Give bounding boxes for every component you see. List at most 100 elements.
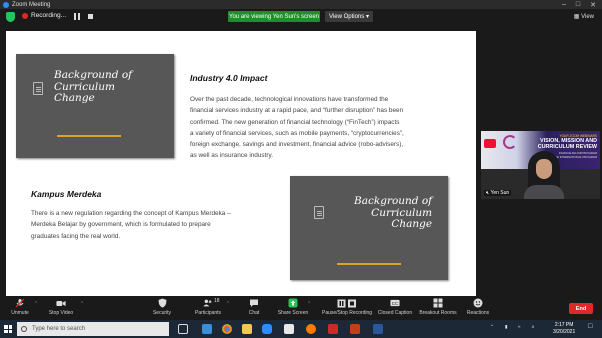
- closed-caption-button[interactable]: CC Closed Caption: [373, 298, 417, 316]
- meeting-topbar: Recording... You are viewing Yen Sun's s…: [0, 9, 602, 25]
- paragraph-line: as well as insurance industry.: [190, 152, 273, 160]
- paragraph-line: Merdeka Belajar by government, which is …: [31, 221, 211, 229]
- store-app-icon[interactable]: [284, 324, 294, 334]
- card-title-line: Background of: [54, 69, 133, 81]
- adobe-reader-icon[interactable]: [328, 324, 338, 334]
- card-underline: [57, 135, 121, 137]
- paragraph-line: There is a new regulation regarding the …: [31, 210, 231, 217]
- zoom-logo-icon: [3, 1, 9, 8]
- card-title-line: Change: [54, 92, 95, 104]
- wifi-icon[interactable]: ≈: [518, 324, 520, 329]
- window-title: Zoom Meeting: [12, 1, 51, 8]
- paragraph-line: graduates facing the real world.: [31, 232, 121, 240]
- clock-time: 2:17 PM: [554, 322, 574, 328]
- word-app-icon[interactable]: [373, 324, 383, 334]
- pause-stop-icon: [336, 298, 358, 308]
- closed-caption-label: Closed Caption: [377, 310, 413, 316]
- card-underline: [337, 263, 401, 265]
- people-icon: [203, 298, 213, 308]
- section-heading-kampus: Kampus Merdeka: [31, 189, 102, 199]
- breakout-rooms-icon: [433, 298, 443, 308]
- reactions-label: Reactions: [466, 310, 490, 316]
- slide-card-2: Background of Curriculum Change: [290, 176, 448, 280]
- close-icon[interactable]: ✕: [590, 1, 596, 9]
- chat-bubble-icon: [249, 298, 259, 308]
- end-meeting-button[interactable]: End: [569, 303, 593, 314]
- svg-text:CC: CC: [392, 301, 399, 306]
- tray-chevron-up-icon[interactable]: ⌃: [490, 324, 494, 330]
- clock-date: 3/20/2021: [553, 329, 576, 335]
- task-view-icon[interactable]: [178, 324, 188, 334]
- paragraph-line: foreign exchange, savings and investment…: [190, 141, 404, 149]
- view-options-label: View Options: [329, 13, 365, 20]
- banner-title-line: CURRICULUM REVIEW: [537, 144, 597, 150]
- edge-browser-icon[interactable]: [202, 324, 212, 334]
- document-icon: [33, 82, 43, 95]
- volume-icon[interactable]: ♬: [531, 324, 536, 329]
- recording-indicator: Recording...: [22, 12, 66, 19]
- paragraph-line: a variety of financial services, such as…: [190, 129, 404, 137]
- participants-label: Participants: [194, 310, 222, 316]
- card-title-line: Change: [391, 218, 433, 230]
- slide-card-1: Background of Curriculum Change: [16, 54, 174, 158]
- file-explorer-icon[interactable]: [242, 324, 252, 334]
- document-icon: [314, 206, 324, 219]
- view-options-button[interactable]: View Options ▾: [325, 11, 373, 22]
- stop-video-button[interactable]: Stop Video: [39, 298, 83, 316]
- banner-title: VISION, MISSION AND CURRICULUM REVIEW: [538, 138, 597, 150]
- viewing-screen-badge: You are viewing Yen Sun's screen: [228, 11, 320, 22]
- paragraph-line: confirmed. The new generation of financi…: [190, 118, 400, 126]
- stop-recording-icon[interactable]: [88, 14, 93, 19]
- participant-video[interactable]: YOUR ZOOM WEBINARS VISION, MISSION AND C…: [481, 131, 600, 199]
- taskbar-search[interactable]: Type here to search: [17, 322, 169, 336]
- window-controls: – □ ✕: [562, 1, 602, 9]
- recording-label: Recording...: [31, 12, 67, 19]
- minimize-icon[interactable]: –: [562, 1, 566, 9]
- notification-icon[interactable]: □: [588, 323, 592, 330]
- cc-icon: CC: [390, 298, 400, 308]
- chevron-up-icon[interactable]: ⌃: [307, 301, 311, 307]
- shared-slide: Background of Curriculum Change Industry…: [6, 31, 476, 300]
- breakout-rooms-button[interactable]: Breakout Rooms: [416, 298, 460, 316]
- window-titlebar: Zoom Meeting – □ ✕: [0, 0, 602, 9]
- participant-name: 🔇︎ Yen Sun: [484, 190, 512, 196]
- event-logo: [503, 135, 517, 149]
- paragraph-line: financial services industry at a rapid p…: [190, 107, 404, 115]
- view-label: View: [581, 14, 594, 20]
- chevron-up-icon[interactable]: ⌃: [80, 301, 84, 307]
- chat-button[interactable]: Chat: [232, 298, 276, 316]
- stop-video-label: Stop Video: [48, 310, 74, 316]
- pause-recording-icon[interactable]: [74, 13, 80, 20]
- share-screen-icon: [288, 298, 298, 308]
- security-label: Security: [152, 310, 172, 316]
- unmute-label: Unmute: [11, 310, 29, 316]
- view-button[interactable]: ▦ View: [574, 13, 594, 20]
- windows-start-icon[interactable]: [4, 325, 12, 333]
- participants-button[interactable]: Participants: [186, 298, 230, 316]
- video-camera-icon: [56, 298, 66, 308]
- firefox-browser-icon[interactable]: [306, 324, 316, 334]
- search-icon: [21, 326, 27, 332]
- pause-stop-recording-button[interactable]: Pause/Stop Recording: [322, 298, 372, 316]
- maximize-icon[interactable]: □: [576, 1, 580, 9]
- battery-icon[interactable]: ▮: [505, 324, 507, 330]
- mic-muted-icon: 🔇︎: [486, 190, 490, 196]
- chevron-up-icon[interactable]: ⌃: [226, 301, 230, 307]
- zoom-app-icon[interactable]: [262, 324, 272, 334]
- paragraph-line: Over the past decade, technological inno…: [190, 96, 389, 103]
- shield-icon: [157, 298, 167, 308]
- chat-label: Chat: [248, 310, 260, 316]
- chrome-browser-icon[interactable]: [222, 324, 232, 334]
- powerpoint-app-icon[interactable]: [350, 324, 360, 334]
- meeting-toolbar: Unmute ⌃ Stop Video ⌃ Security Participa…: [0, 296, 602, 320]
- reactions-button[interactable]: Reactions: [456, 298, 500, 316]
- security-button[interactable]: Security: [140, 298, 184, 316]
- section-paragraph-kampus: There is a new regulation regarding the …: [31, 208, 272, 242]
- chevron-up-icon[interactable]: ⌃: [34, 301, 38, 307]
- shield-icon[interactable]: [6, 12, 15, 22]
- chevron-down-icon: ▾: [365, 14, 369, 20]
- section-paragraph-industry: Over the past decade, technological inno…: [190, 94, 447, 162]
- participants-count: 18: [214, 298, 220, 304]
- taskbar-clock[interactable]: 2:17 PM 3/20/2021: [553, 322, 575, 336]
- card-title: Background of Curriculum Change: [54, 69, 133, 105]
